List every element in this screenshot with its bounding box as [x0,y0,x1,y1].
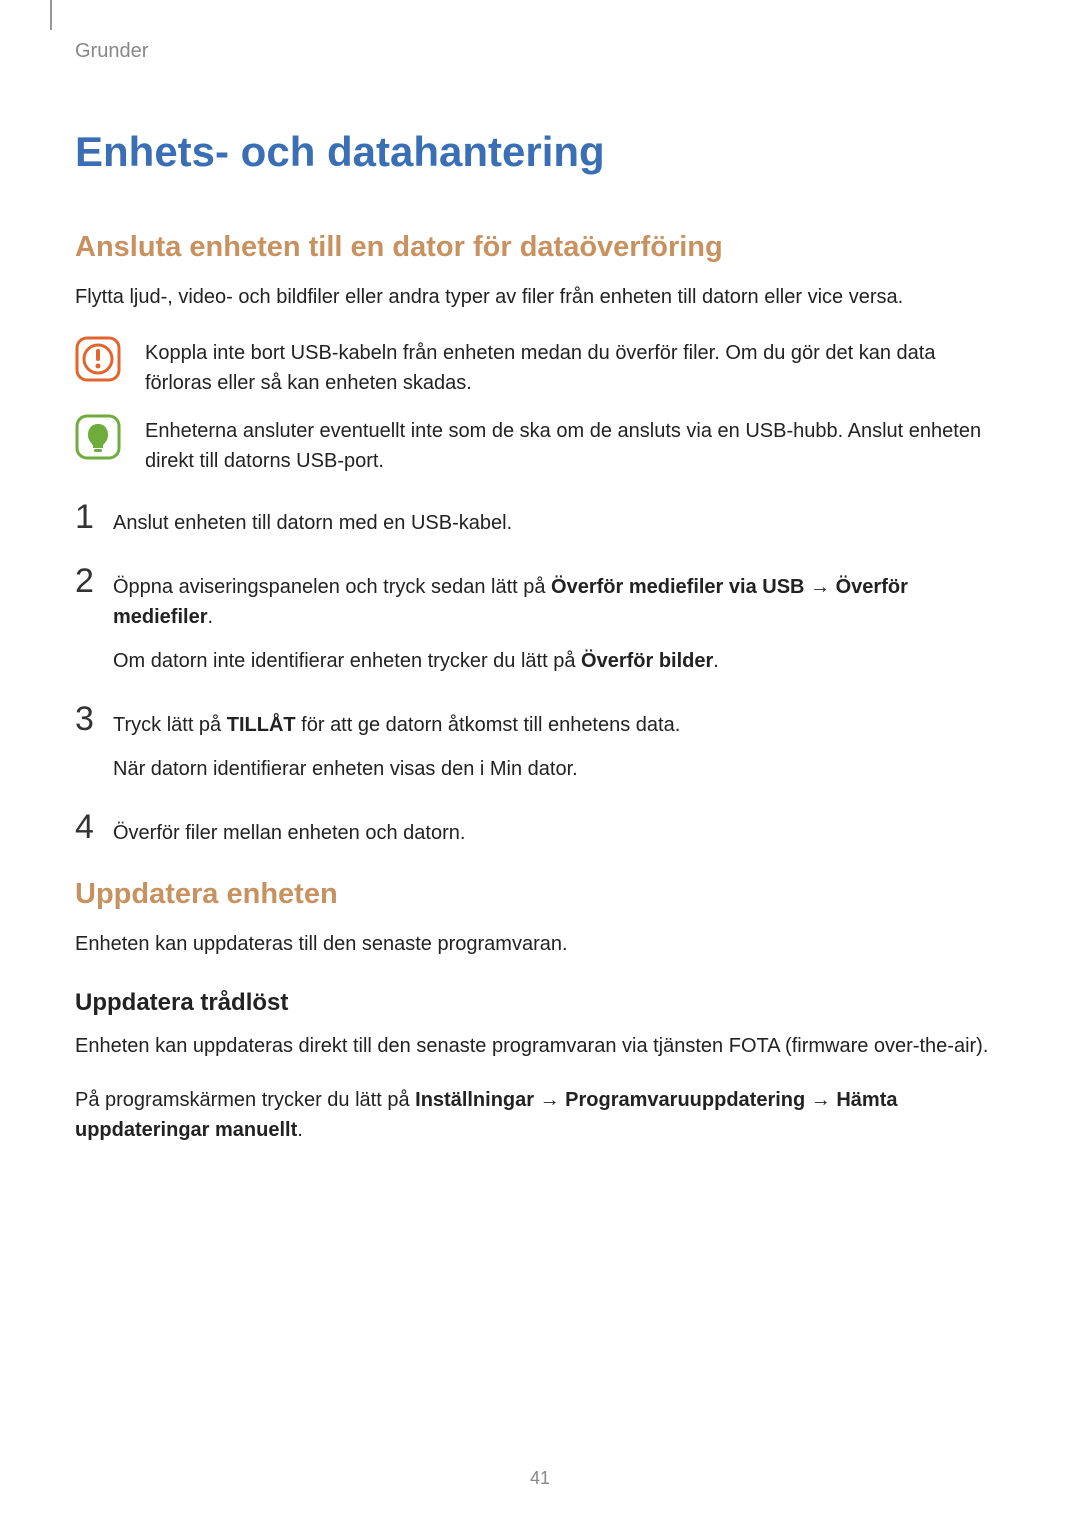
subsection-title-wireless: Uppdatera trådlöst [75,989,1005,1017]
callout-warning-text: Koppla inte bort USB-kabeln från enheten… [145,336,1005,398]
step-3-subtext: När datorn identifierar enheten visas de… [113,754,680,784]
intro-update: Enheten kan uppdateras till den senaste … [75,929,1005,959]
step-2: 2 Öppna aviseringspanelen och tryck seda… [75,564,1005,676]
breadcrumb: Grunder [75,40,1005,63]
step-list: 1 Anslut enheten till datorn med en USB-… [75,500,1005,848]
step-1-text: Anslut enheten till datorn med en USB-ka… [113,508,512,538]
step-4: 4 Överför filer mellan enheten och dator… [75,810,1005,848]
wireless-p1: Enheten kan uppdateras direkt till den s… [75,1031,1005,1061]
callout-info-text: Enheterna ansluter eventuellt inte som d… [145,414,1005,476]
step-number: 1 [75,500,107,534]
intro-connect: Flytta ljud-, video- och bildfiler eller… [75,282,1005,312]
step-4-text: Överför filer mellan enheten och datorn. [113,818,465,848]
page-number: 41 [0,1468,1080,1489]
info-icon [75,414,125,465]
step-2-text: Öppna aviseringspanelen och tryck sedan … [113,572,1005,632]
step-2-subtext: Om datorn inte identifierar enheten tryc… [113,646,1005,676]
section-title-connect: Ansluta enheten till en dator för dataöv… [75,231,1005,264]
page-title: Enhets- och datahantering [75,128,1005,176]
callout-warning: Koppla inte bort USB-kabeln från enheten… [75,336,1005,398]
step-number: 2 [75,564,107,598]
header-rule [50,0,52,30]
step-1: 1 Anslut enheten till datorn med en USB-… [75,500,1005,538]
section-title-update: Uppdatera enheten [75,878,1005,911]
step-number: 3 [75,702,107,736]
warning-icon [75,336,125,387]
step-number: 4 [75,810,107,844]
callout-info: Enheterna ansluter eventuellt inte som d… [75,414,1005,476]
step-3-text: Tryck lätt på TILLÅT för att ge datorn å… [113,710,680,740]
step-3: 3 Tryck lätt på TILLÅT för att ge datorn… [75,702,1005,784]
wireless-p2: På programskärmen trycker du lätt på Ins… [75,1085,1005,1145]
page-content: Grunder Enhets- och datahantering Anslut… [0,0,1080,1145]
